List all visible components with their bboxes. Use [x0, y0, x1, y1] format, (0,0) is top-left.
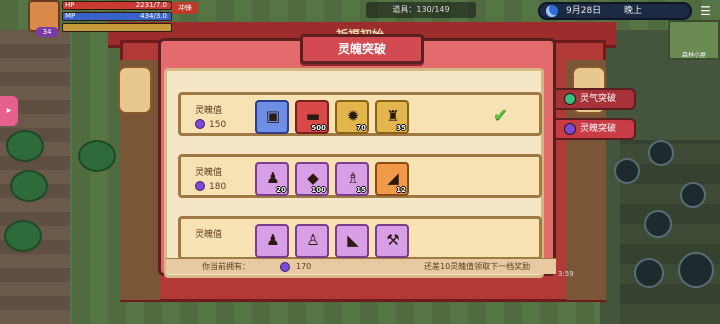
dialog-footer: 你当前拥有： 170 还差10灵魄值领取下一档奖励: [166, 258, 556, 274]
jar-icon[interactable]: ♜ 35: [375, 100, 409, 134]
soul-orb-icon: [195, 181, 205, 191]
reward-glyph: ♟: [266, 169, 280, 187]
skill-button[interactable]: [614, 158, 640, 184]
player-level: 34: [36, 27, 58, 37]
bush: [4, 220, 42, 252]
sword-button[interactable]: [634, 258, 664, 288]
mp-bar: MP 434/3.0: [62, 12, 172, 21]
green-orb-icon: [564, 93, 576, 105]
hp-value: 2231/7.0: [135, 1, 167, 9]
reward-glyph: ♙: [306, 231, 320, 249]
skill-button[interactable]: [644, 210, 672, 238]
hp-label: HP: [65, 1, 75, 9]
brick-icon[interactable]: ▬ 500: [295, 100, 329, 134]
soul-orb-icon: [195, 119, 205, 129]
reward-row: 灵魄值 150 ▣ ▬ 500 ✹ 70 ♜ 35 ✔: [178, 92, 542, 136]
reward-qty: 35: [396, 124, 406, 132]
reward-glyph: ▣: [265, 107, 281, 125]
potion-icon[interactable]: ♟ 20: [255, 162, 289, 196]
owned-label: 你当前拥有：: [202, 262, 250, 271]
skill-button[interactable]: [648, 140, 674, 166]
reward-row: 灵魄值 ♟ ♙ ◣ ⚒: [178, 216, 542, 260]
clock-text: 3:59: [558, 270, 574, 278]
reward-qty: 70: [356, 124, 366, 132]
reward-glyph: ♟: [266, 231, 280, 249]
hammer-icon[interactable]: ⚒: [375, 224, 409, 258]
stone-icon[interactable]: ◆ 100: [295, 162, 329, 196]
scroll-icon[interactable]: ◣: [335, 224, 369, 258]
tab-label: 灵魄突破: [580, 124, 617, 134]
reward-glyph: ◢: [387, 169, 399, 187]
left-side-button[interactable]: ▶: [0, 96, 18, 126]
bush: [78, 140, 116, 172]
reward-qty: 12: [396, 186, 406, 194]
badge-icon[interactable]: ✹ 70: [335, 100, 369, 134]
lantern: [118, 66, 152, 114]
row-label: 灵魄值: [195, 168, 223, 178]
tab-label: 灵气突破: [580, 94, 617, 104]
row-value: 150: [195, 119, 226, 130]
reward-row: 灵魄值 180 ♟ 20 ◆ 100 ♗ 15 ◢ 12: [178, 154, 542, 198]
reward-glyph: ⚒: [386, 231, 400, 249]
reward-qty: 20: [276, 186, 286, 194]
reward-qty: 500: [311, 124, 326, 132]
reward-glyph: ◆: [307, 169, 319, 187]
tab-soul-breakthrough[interactable]: 灵魄突破: [556, 118, 636, 140]
row-value: 180: [195, 181, 226, 192]
reward-list[interactable]: 灵魄值 150 ▣ ▬ 500 ✹ 70 ♜ 35 ✔ 灵魄值 180 ♟ 20 ◆ 10…: [178, 92, 546, 282]
reward-glyph: ♜: [386, 107, 400, 125]
period-text: 晚上: [624, 6, 643, 16]
owned-value: 170: [296, 262, 312, 271]
reward-glyph: ▬: [305, 107, 321, 125]
bottle-icon[interactable]: ♗ 15: [335, 162, 369, 196]
reward-glyph: ♗: [346, 169, 360, 187]
player-stats: HP 2231/7.0 MP 434/3.0: [62, 1, 172, 34]
next-reward-hint: 还差10灵魄值领取下一档奖励: [424, 262, 531, 271]
soul-orb-icon: [280, 262, 290, 272]
status-badge: 冲锋: [172, 2, 198, 14]
reward-qty: 15: [356, 186, 366, 194]
reward-glyph: ◣: [347, 231, 359, 249]
menu-icon[interactable]: ☰: [700, 4, 714, 18]
skill-button[interactable]: [680, 182, 706, 208]
moon-icon: [546, 5, 558, 17]
hp-bar: HP 2231/7.0: [62, 1, 172, 10]
flask-icon[interactable]: ♙: [295, 224, 329, 258]
row-label: 灵魄值: [195, 106, 223, 116]
reward-qty: 100: [311, 186, 326, 194]
bush: [6, 130, 44, 162]
mp-value: 434/3.0: [140, 12, 167, 20]
date-display: 9月28日 晚上: [538, 2, 692, 20]
potion-icon[interactable]: ♟: [255, 224, 289, 258]
row-value-number: 180: [209, 182, 227, 192]
reward-glyph: ✹: [346, 107, 360, 125]
claimed-check-icon: ✔: [493, 105, 509, 126]
dialog-title: 灵魄突破: [300, 34, 424, 64]
bow-button[interactable]: [678, 252, 714, 288]
row-value-number: 150: [209, 120, 227, 130]
purple-orb-icon: [564, 123, 576, 135]
inventory-count[interactable]: 道具：130/149: [366, 2, 476, 18]
bush: [10, 170, 48, 202]
mp-label: MP: [65, 12, 76, 20]
tab-spirit-breakthrough[interactable]: 灵气突破: [556, 88, 636, 110]
location-label: 森林小屋: [681, 52, 706, 59]
cheese-icon[interactable]: ◢ 12: [375, 162, 409, 196]
xp-bar: [62, 23, 172, 32]
row-label: 灵魄值: [195, 230, 223, 240]
book-icon[interactable]: ▣: [255, 100, 289, 134]
date-text: 9月28日: [566, 6, 602, 16]
